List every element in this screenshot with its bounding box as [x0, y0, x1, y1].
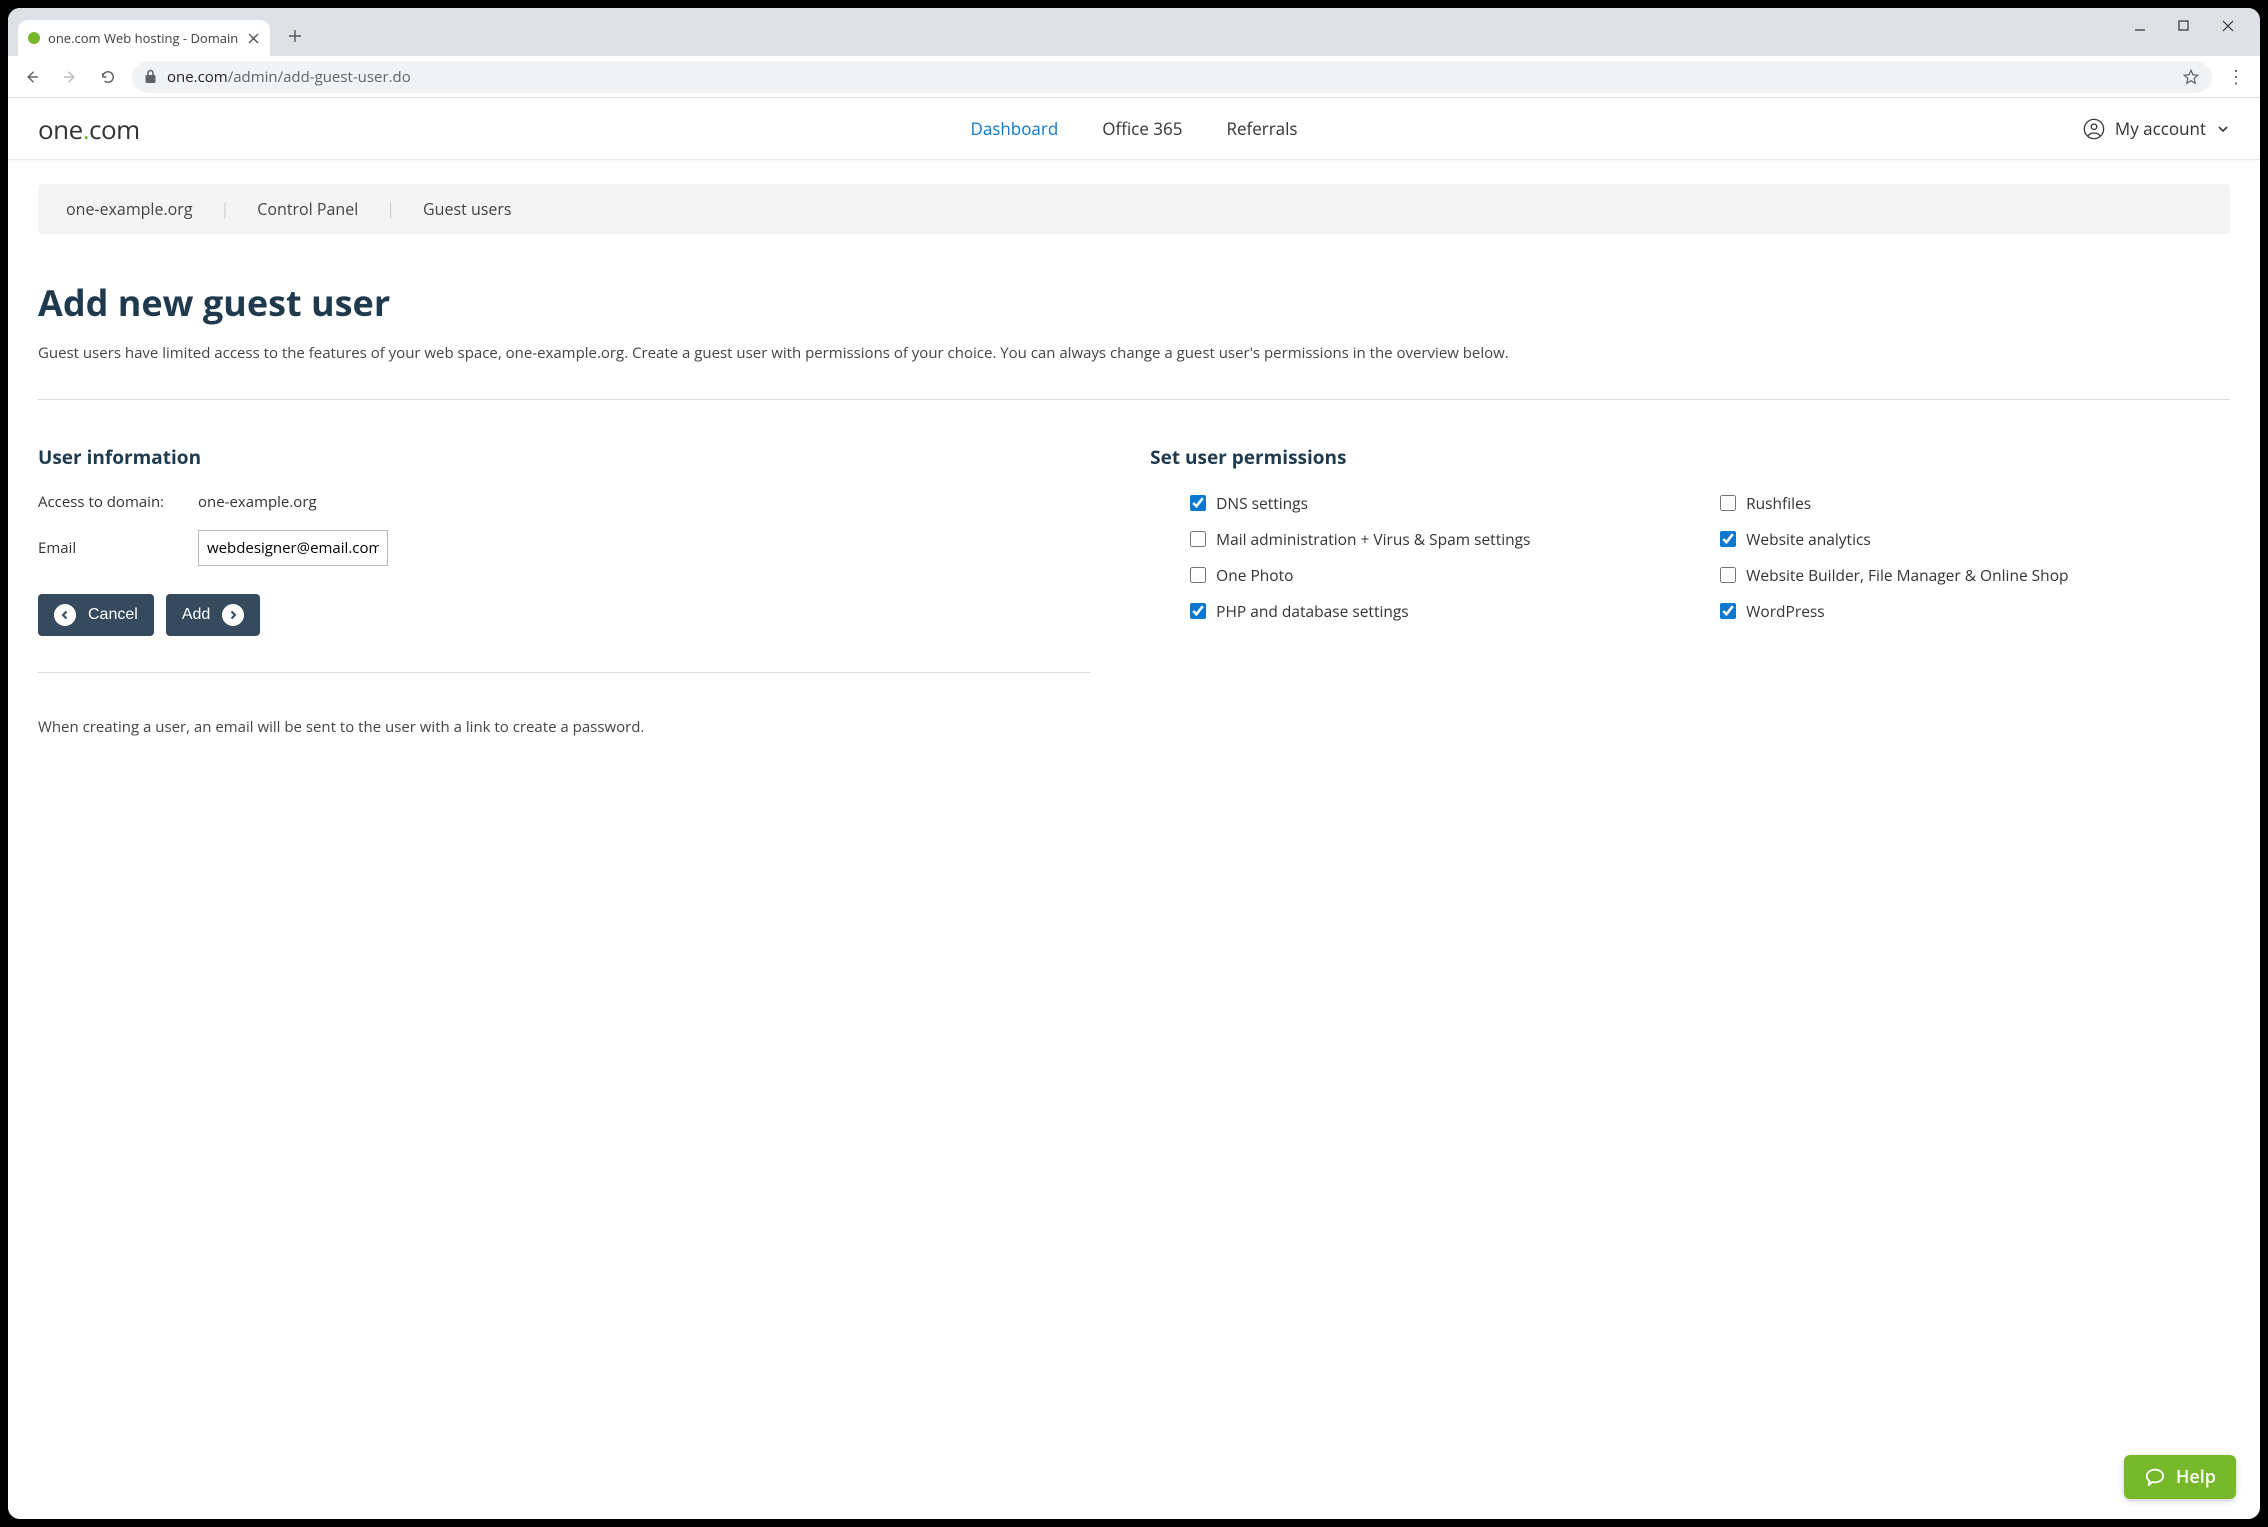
permission-label: Website analytics	[1746, 528, 1871, 550]
browser-window: one.com Web hosting - Domain	[8, 8, 2260, 1519]
bookmark-star-icon[interactable]	[2182, 68, 2200, 86]
nav-dashboard[interactable]: Dashboard	[971, 117, 1059, 140]
permission-label: WordPress	[1746, 600, 1825, 622]
permission-checkbox[interactable]	[1720, 531, 1736, 547]
breadcrumb-item-1[interactable]: Control Panel	[257, 198, 358, 220]
permission-item[interactable]: DNS settings	[1190, 492, 1700, 514]
cancel-label: Cancel	[88, 606, 138, 624]
permission-label: DNS settings	[1216, 492, 1308, 514]
breadcrumb: one-example.org | Control Panel | Guest …	[38, 184, 2230, 234]
field-domain: Access to domain: one-example.org	[38, 492, 1090, 512]
account-menu[interactable]: My account	[2083, 117, 2230, 140]
new-tab-button[interactable]	[280, 21, 310, 51]
email-input[interactable]	[198, 530, 388, 566]
cancel-button[interactable]: Cancel	[38, 594, 154, 636]
page-title: Add new guest user	[38, 278, 2230, 327]
lock-icon	[144, 69, 157, 84]
logo-text-post: com	[89, 111, 140, 147]
page-content: one.com Dashboard Office 365 Referrals M…	[8, 98, 2260, 1519]
site-header: one.com Dashboard Office 365 Referrals M…	[8, 98, 2260, 160]
divider	[38, 672, 1090, 673]
maximize-button[interactable]	[2178, 20, 2198, 32]
address-bar: one.com/admin/add-guest-user.do ⋮	[8, 56, 2260, 98]
permission-checkbox[interactable]	[1190, 603, 1206, 619]
logo-text-pre: one	[38, 111, 83, 147]
help-button[interactable]: Help	[2124, 1455, 2236, 1499]
user-icon	[2083, 118, 2105, 140]
window-controls	[2134, 16, 2260, 42]
url-text: one.com/admin/add-guest-user.do	[167, 67, 2172, 87]
domain-value: one-example.org	[198, 492, 317, 512]
browser-menu-button[interactable]: ⋮	[2222, 65, 2250, 89]
footnote: When creating a user, an email will be s…	[38, 717, 1090, 737]
permission-item[interactable]: Website Builder, File Manager & Online S…	[1720, 564, 2230, 586]
back-button[interactable]	[18, 63, 46, 91]
domain-label: Access to domain:	[38, 492, 198, 512]
user-info-section: User information Access to domain: one-e…	[38, 444, 1090, 737]
permission-checkbox[interactable]	[1720, 567, 1736, 583]
chat-icon	[2144, 1467, 2166, 1487]
reload-button[interactable]	[94, 63, 122, 91]
omnibox[interactable]: one.com/admin/add-guest-user.do	[132, 61, 2212, 93]
add-button[interactable]: Add	[166, 594, 260, 636]
tab-title: one.com Web hosting - Domain	[48, 29, 238, 47]
permission-item[interactable]: Rushfiles	[1720, 492, 2230, 514]
permission-label: Website Builder, File Manager & Online S…	[1746, 564, 2068, 586]
permission-item[interactable]: PHP and database settings	[1190, 600, 1700, 622]
url-domain: one.com	[167, 67, 228, 87]
permission-checkbox[interactable]	[1190, 531, 1206, 547]
permission-checkbox[interactable]	[1190, 495, 1206, 511]
permission-item[interactable]: WordPress	[1720, 600, 2230, 622]
permission-label: One Photo	[1216, 564, 1293, 586]
permission-checkbox[interactable]	[1190, 567, 1206, 583]
account-label: My account	[2115, 117, 2206, 140]
user-info-heading: User information	[38, 444, 1090, 470]
permission-checkbox[interactable]	[1720, 603, 1736, 619]
form-grid: User information Access to domain: one-e…	[38, 444, 2230, 737]
top-nav: Dashboard Office 365 Referrals	[971, 117, 1298, 140]
divider	[38, 399, 2230, 400]
nav-referrals[interactable]: Referrals	[1226, 117, 1297, 140]
close-window-button[interactable]	[2222, 20, 2242, 32]
button-row: Cancel Add	[38, 594, 1090, 636]
chevron-down-icon	[2216, 122, 2230, 136]
permission-label: PHP and database settings	[1216, 600, 1409, 622]
add-label: Add	[182, 606, 210, 624]
favicon-icon	[28, 32, 40, 44]
browser-tab[interactable]: one.com Web hosting - Domain	[18, 20, 270, 56]
arrow-left-icon	[54, 604, 76, 626]
permission-checkbox[interactable]	[1720, 495, 1736, 511]
titlebar: one.com Web hosting - Domain	[8, 8, 2260, 56]
nav-office365[interactable]: Office 365	[1102, 117, 1182, 140]
minimize-button[interactable]	[2134, 20, 2154, 32]
permission-label: Mail administration + Virus & Spam setti…	[1216, 528, 1530, 550]
breadcrumb-item-2[interactable]: Guest users	[423, 198, 512, 220]
permission-item[interactable]: One Photo	[1190, 564, 1700, 586]
close-tab-icon[interactable]	[246, 31, 260, 45]
permissions-section: Set user permissions DNS settings Rushfil…	[1150, 444, 2230, 737]
forward-button[interactable]	[56, 63, 84, 91]
breadcrumb-sep: |	[386, 198, 395, 220]
breadcrumb-sep: |	[221, 198, 230, 220]
page-description: Guest users have limited access to the f…	[38, 343, 2230, 363]
permissions-grid: DNS settings Rushfiles Mail administration…	[1150, 492, 2230, 622]
arrow-right-icon	[222, 604, 244, 626]
permission-item[interactable]: Website analytics	[1720, 528, 2230, 550]
permissions-heading: Set user permissions	[1150, 444, 2230, 470]
logo[interactable]: one.com	[38, 111, 140, 147]
email-label: Email	[38, 538, 198, 558]
breadcrumb-item-0[interactable]: one-example.org	[66, 198, 193, 220]
permission-label: Rushfiles	[1746, 492, 1811, 514]
help-label: Help	[2176, 1465, 2216, 1489]
url-path: /admin/add-guest-user.do	[228, 67, 411, 87]
field-email: Email	[38, 530, 1090, 566]
permission-item[interactable]: Mail administration + Virus & Spam setti…	[1190, 528, 1700, 550]
